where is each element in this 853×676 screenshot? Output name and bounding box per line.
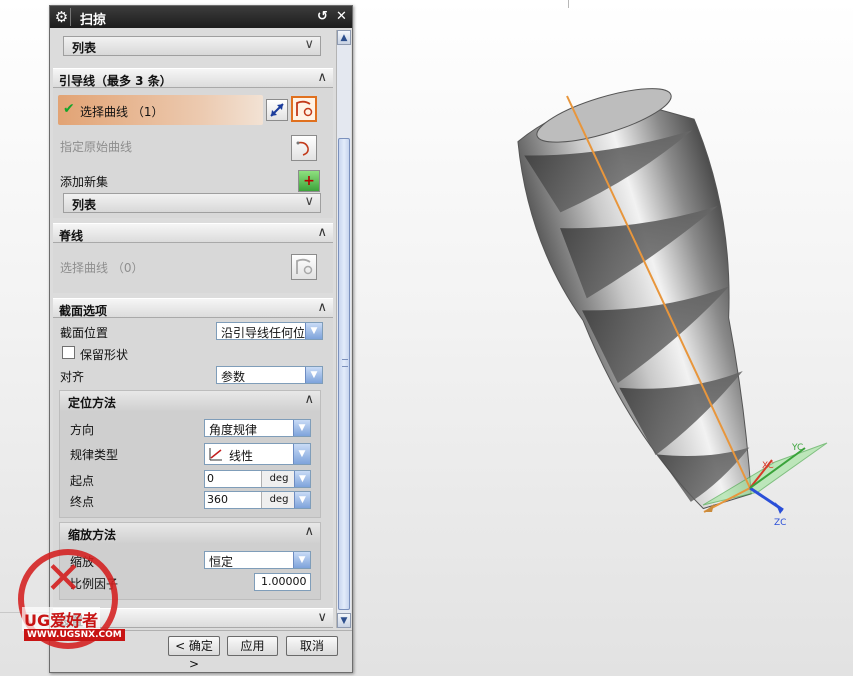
start-value: 0	[207, 472, 214, 485]
yc-axis-label: YC	[791, 443, 803, 453]
spine-group-label: 脊线	[59, 229, 84, 243]
chevron-down-icon[interactable]: ▼	[293, 420, 310, 436]
unit-dropdown-icon[interactable]: ▼	[294, 471, 310, 487]
alignment-label: 对齐	[60, 370, 85, 384]
spine-group-body: 选择曲线 （0）	[53, 243, 333, 293]
scroll-down-icon[interactable]: ▼	[337, 613, 351, 628]
direction-select[interactable]: 角度规律 ▼	[204, 419, 311, 437]
apply-button[interactable]: 应用	[227, 636, 278, 656]
chevron-down-icon[interactable]: ▼	[293, 444, 310, 464]
orientation-method-header[interactable]: 定位方法 ∧	[60, 391, 320, 411]
gear-icon[interactable]: ⚙	[53, 8, 70, 26]
guide-select-curve-row[interactable]: ✔ 选择曲线 （1）	[58, 95, 263, 125]
alignment-value: 参数	[221, 370, 246, 384]
guide-select-curve-label: 选择曲线 （1）	[80, 105, 164, 119]
close-icon[interactable]: ✕	[333, 8, 350, 25]
start-value-field[interactable]: 0 deg ▼	[204, 470, 311, 488]
linear-law-icon	[208, 446, 224, 465]
guide-list-bar[interactable]: 列表 ∨	[63, 193, 321, 213]
keep-shape-checkbox[interactable]	[62, 346, 75, 359]
end-label: 终点	[70, 495, 95, 509]
dialog-title: 扫掠	[80, 13, 107, 28]
orientation-method-group: 定位方法 ∧ 方向 角度规律 ▼ 规律类型 线性 ▼ 起点 0 deg ▼ 终点…	[59, 390, 321, 518]
watermark-brand: UG爱好者	[22, 607, 101, 631]
chevron-down-icon[interactable]: ∨	[304, 37, 314, 52]
watermark-x-icon: ✕	[45, 553, 82, 604]
scale-factor-field[interactable]: 1.00000	[254, 573, 311, 591]
start-unit: deg	[261, 471, 296, 487]
chevron-down-icon[interactable]: ▼	[305, 367, 322, 383]
section-position-label: 截面位置	[60, 326, 109, 340]
scrollbar-grip	[342, 359, 348, 367]
end-unit: deg	[261, 492, 296, 508]
start-label: 起点	[70, 474, 95, 488]
section-options-header[interactable]: 截面选项 ∧	[53, 298, 333, 318]
direction-value: 角度规律	[209, 423, 258, 437]
chevron-up-icon[interactable]: ∧	[317, 70, 327, 85]
curve-select-icon[interactable]	[291, 96, 317, 122]
add-set-icon[interactable]: +	[298, 170, 320, 192]
original-curve-icon[interactable]	[291, 135, 317, 161]
scrollbar-thumb[interactable]	[338, 138, 350, 610]
spine-select-curve-label: 选择曲线 （0）	[60, 261, 144, 275]
watermark-url: WWW.UGSNX.COM	[24, 629, 125, 641]
direction-label: 方向	[70, 423, 95, 437]
keep-shape-label: 保留形状	[80, 348, 129, 362]
section-position-value: 沿引导线任何位	[221, 326, 306, 340]
specify-original-curve-label: 指定原始曲线	[60, 140, 133, 154]
chevron-down-icon[interactable]: ∨	[304, 194, 314, 209]
scaling-method-label: 缩放方法	[68, 528, 117, 542]
add-new-set-label: 添加新集	[60, 175, 109, 189]
chevron-up-icon[interactable]: ∧	[317, 300, 327, 315]
ugsnx-watermark-logo: ✕ UG爱好者 WWW.UGSNX.COM	[0, 545, 130, 670]
section-list-bar[interactable]: 列表 ∨	[63, 36, 321, 56]
alignment-select[interactable]: 参数 ▼	[216, 366, 323, 384]
guide-group-body: ✔ 选择曲线 （1） 指定原始曲线 添加新集 + 列表 ∨	[53, 88, 333, 218]
reset-icon[interactable]: ↺	[314, 8, 331, 25]
section-options-label: 截面选项	[59, 304, 108, 318]
dialog-content: 列表 ∨ 引导线（最多 3 条） ∧ ✔ 选择曲线 （1） 指定原始曲线 添加新…	[53, 30, 333, 628]
unit-dropdown-icon[interactable]: ▼	[294, 492, 310, 508]
scaling-value: 恒定	[209, 555, 234, 569]
guide-group-header[interactable]: 引导线（最多 3 条） ∧	[53, 68, 333, 88]
end-value-field[interactable]: 360 deg ▼	[204, 491, 311, 509]
plus-icon: +	[303, 173, 315, 189]
dialog-titlebar[interactable]: ⚙ 扫掠 ↺ ✕	[50, 6, 352, 28]
ok-button[interactable]: < 确定 >	[168, 636, 220, 671]
spine-curve-select-icon[interactable]	[291, 254, 317, 280]
law-type-select[interactable]: 线性 ▼	[204, 443, 311, 465]
guide-list-label: 列表	[72, 198, 97, 212]
law-type-value: 线性	[229, 449, 254, 463]
section-position-select[interactable]: 沿引导线任何位 ▼	[216, 322, 323, 340]
list-label: 列表	[72, 41, 97, 55]
guide-group-label: 引导线（最多 3 条）	[59, 74, 172, 88]
chevron-up-icon[interactable]: ∧	[317, 225, 327, 240]
law-type-label: 规律类型	[70, 448, 119, 462]
chevron-up-icon[interactable]: ∧	[304, 392, 314, 407]
dialog-scrollbar[interactable]: ▲ ▼	[336, 30, 351, 628]
spine-group-header[interactable]: 脊线 ∧	[53, 223, 333, 243]
chevron-down-icon[interactable]: ▼	[293, 552, 310, 568]
chevron-down-icon[interactable]: ∨	[317, 610, 327, 625]
reverse-direction-icon[interactable]	[266, 99, 288, 121]
title-separator	[70, 8, 71, 26]
cancel-button[interactable]: 取消	[286, 636, 338, 656]
orientation-method-label: 定位方法	[68, 396, 117, 410]
scroll-up-icon[interactable]: ▲	[337, 30, 351, 45]
scale-factor-value: 1.00000	[261, 575, 307, 588]
xc-axis-label: XC	[762, 461, 774, 471]
chevron-down-icon[interactable]: ▼	[305, 323, 322, 339]
zc-axis-label: ZC	[774, 518, 786, 528]
scaling-method-header[interactable]: 缩放方法 ∧	[60, 523, 320, 543]
scaling-select[interactable]: 恒定 ▼	[204, 551, 311, 569]
chevron-up-icon[interactable]: ∧	[304, 524, 314, 539]
end-value: 360	[207, 493, 228, 506]
checkmark-icon: ✔	[63, 101, 75, 117]
